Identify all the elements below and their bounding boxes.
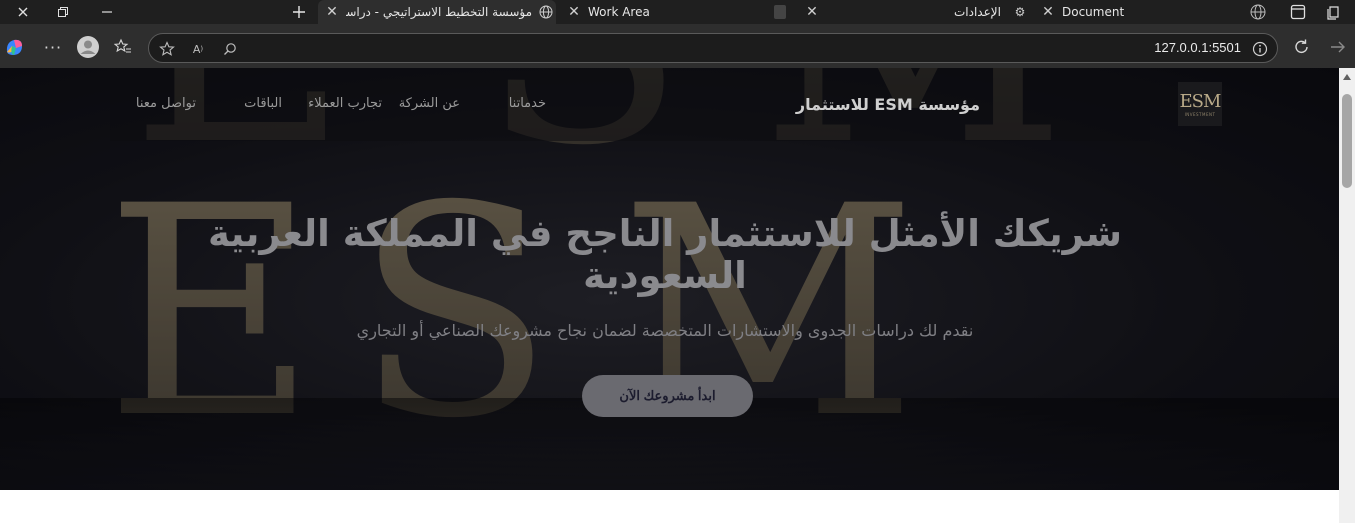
tab-title: الإعدادات — [954, 5, 1001, 19]
minimize-window-button[interactable] — [84, 0, 130, 24]
nav-link-contact[interactable]: تواصل معنا — [136, 96, 196, 111]
copilot-button[interactable] — [1, 34, 27, 60]
tab-title: مؤسسة التخطيط الاستراتيجي - دراسات — [346, 5, 532, 19]
read-aloud-icon[interactable]: A) — [189, 40, 207, 58]
tab-work-area[interactable]: ✕ Work Area — [562, 0, 802, 24]
tab-strip: ✕ مؤسسة التخطيط الاستراتيجي - دراسات ✕ W… — [0, 0, 1355, 24]
workspaces-icon — [1327, 6, 1339, 20]
workspaces-button[interactable] — [1312, 0, 1355, 24]
tab-settings[interactable]: ✕ الإعدادات ⚙ — [804, 0, 1034, 24]
site-info-icon[interactable] — [1251, 40, 1269, 58]
close-tab-icon[interactable]: ✕ — [1040, 4, 1056, 20]
url-text: 127.0.0.1:5501 — [1154, 40, 1241, 55]
tab-document[interactable]: ✕ Document — [1040, 0, 1240, 24]
nav-link-packages[interactable]: الباقات — [244, 96, 282, 111]
start-project-button[interactable]: ابدأ مشروعك الآن — [582, 375, 753, 417]
nav-link-testimonials[interactable]: تجارب العملاء — [308, 96, 382, 111]
profile-button[interactable] — [75, 34, 101, 60]
hero-subtitle: نقدم لك دراسات الجدوى والاستشارات المتخص… — [356, 321, 974, 340]
close-tab-icon[interactable]: ✕ — [804, 4, 820, 20]
star-list-icon — [114, 38, 131, 53]
new-tab-button[interactable] — [287, 0, 311, 24]
globe-icon — [1250, 4, 1266, 20]
tab-title: Work Area — [588, 5, 650, 19]
refresh-button[interactable] — [1289, 34, 1315, 60]
minimize-icon — [102, 11, 112, 13]
ellipsis-icon: ··· — [43, 37, 63, 57]
close-tab-icon[interactable]: ✕ — [566, 4, 582, 20]
star-icon[interactable] — [158, 40, 176, 58]
scroll-up-arrow[interactable] — [1343, 74, 1351, 80]
restore-window-button[interactable] — [40, 0, 86, 24]
more-options-button[interactable]: ··· — [40, 34, 66, 60]
arrow-right-icon — [1331, 41, 1345, 53]
address-toolbar: ··· A) 127.0.0.1:5501 — [0, 24, 1355, 68]
site-brand-name[interactable]: مؤسسة ESM للاستثمار — [796, 95, 980, 114]
copilot-icon — [6, 39, 22, 55]
site-logo[interactable]: ESM INVESTMENT — [1178, 82, 1222, 126]
close-icon — [18, 7, 28, 17]
sidebar-icon — [1290, 4, 1306, 20]
scroll-thumb[interactable] — [1342, 94, 1352, 188]
refresh-icon — [1295, 39, 1308, 53]
plus-icon — [293, 6, 305, 18]
site-navbar: ESM INVESTMENT مؤسسة ESM للاستثمار خدمات… — [110, 68, 1222, 141]
favorites-button[interactable] — [110, 34, 136, 60]
tab-favicon — [774, 5, 786, 19]
hero-section: E S M E S M ESM INVESTMENT مؤسسة ESM للا… — [0, 68, 1339, 490]
page-viewport: E S M E S M ESM INVESTMENT مؤسسة ESM للا… — [0, 68, 1339, 523]
profile-globe-button[interactable] — [1236, 0, 1280, 24]
hero-title: شريكك الأمثل للاستثمار الناجح في المملكة… — [207, 212, 1123, 297]
avatar — [77, 36, 99, 58]
nav-link-about[interactable]: عن الشركة — [399, 96, 460, 111]
address-bar[interactable]: A) 127.0.0.1:5501 — [148, 33, 1278, 63]
close-tab-icon[interactable]: ✕ — [324, 4, 340, 20]
forward-button[interactable] — [1325, 34, 1351, 60]
tab-strategic-planning[interactable]: ✕ مؤسسة التخطيط الاستراتيجي - دراسات — [318, 0, 556, 24]
page-scrollbar[interactable] — [1339, 68, 1355, 523]
restore-icon — [58, 7, 68, 17]
globe-icon — [538, 4, 554, 20]
nav-link-services[interactable]: خدماتنا — [509, 96, 546, 111]
gear-icon: ⚙ — [1014, 5, 1026, 19]
zoom-icon[interactable] — [221, 40, 239, 58]
tab-title: Document — [1062, 5, 1125, 19]
